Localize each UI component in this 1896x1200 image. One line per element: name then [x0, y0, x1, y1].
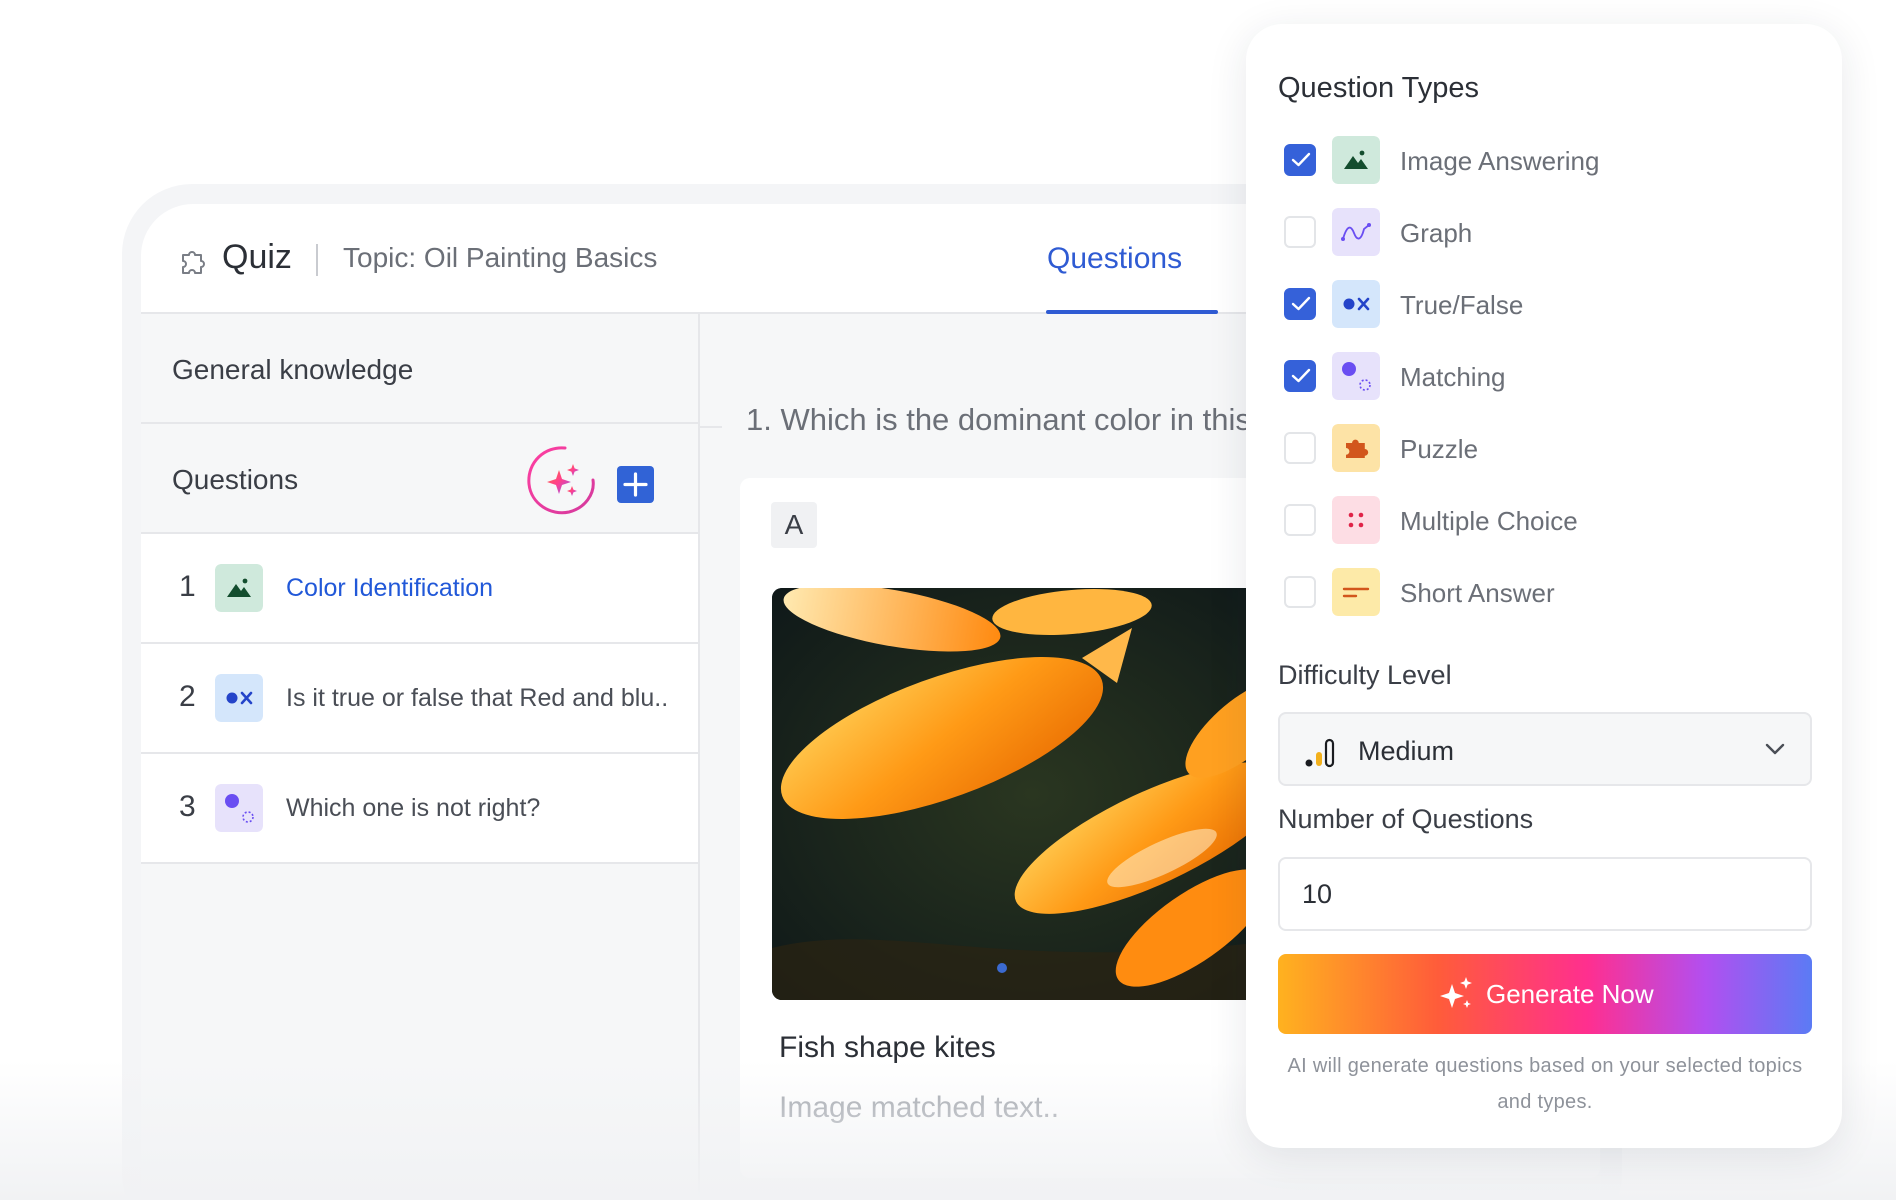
puzzle-icon — [1332, 424, 1380, 472]
question-list-item[interactable]: 2 Is it true or false that Red and blu.. — [141, 644, 698, 754]
answer-letter-badge: A — [771, 502, 817, 548]
sidebar-section-general[interactable]: General knowledge — [141, 314, 698, 424]
matching-icon — [215, 784, 263, 832]
answer-title: Fish shape kites — [779, 1031, 996, 1064]
check-icon — [1291, 152, 1311, 167]
matching-icon — [1332, 352, 1380, 400]
multiple-choice-icon — [1332, 496, 1380, 544]
checkbox[interactable] — [1284, 576, 1316, 608]
type-option-image-answering[interactable]: Image Answering — [1284, 136, 1804, 186]
image-answering-icon — [1332, 136, 1380, 184]
sidebar-questions-header: Questions — [141, 424, 698, 534]
header-divider — [316, 244, 318, 276]
question-sidebar: General knowledge Questions 1 Color Iden… — [141, 314, 700, 1200]
type-option-true-false[interactable]: True/False — [1284, 280, 1804, 330]
add-question-button[interactable] — [617, 466, 654, 503]
type-option-puzzle[interactable]: Puzzle — [1284, 424, 1804, 474]
type-label: Puzzle — [1400, 434, 1479, 464]
question-number: 2 — [179, 680, 196, 713]
generator-panel: Question Types Image Answering Graph Tru… — [1246, 24, 1842, 1148]
answer-subtitle: Image matched text.. — [779, 1091, 1060, 1124]
type-label: Short Answer — [1400, 578, 1555, 608]
difficulty-value: Medium — [1358, 736, 1455, 766]
question-list-item[interactable]: 3 Which one is not right? — [141, 754, 698, 864]
plus-icon — [623, 472, 648, 497]
type-label: Matching — [1400, 362, 1506, 392]
question-title: Is it true or false that Red and blu.. — [286, 684, 669, 712]
tab-questions[interactable]: Questions — [1047, 242, 1182, 276]
question-count-input[interactable] — [1278, 857, 1812, 931]
check-icon — [1291, 296, 1311, 311]
answer-image[interactable] — [772, 588, 1292, 1000]
checkbox[interactable] — [1284, 144, 1316, 176]
type-option-graph[interactable]: Graph — [1284, 208, 1804, 258]
panel-title: Question Types — [1278, 72, 1479, 104]
type-label: True/False — [1400, 290, 1524, 320]
generate-now-button[interactable]: Generate Now — [1278, 954, 1812, 1034]
section-label: General knowledge — [172, 354, 414, 385]
short-answer-icon — [1332, 568, 1380, 616]
checkbox[interactable] — [1284, 288, 1316, 320]
type-label: Graph — [1400, 218, 1473, 248]
graph-icon — [1332, 208, 1380, 256]
type-option-matching[interactable]: Matching — [1284, 352, 1804, 402]
generate-label: Generate Now — [1486, 979, 1654, 1009]
question-title: Color Identification — [286, 574, 494, 602]
questions-label: Questions — [172, 464, 299, 495]
difficulty-label: Difficulty Level — [1278, 660, 1452, 690]
ai-sparkle-button[interactable] — [521, 442, 601, 522]
quiz-topic: Topic: Oil Painting Basics — [343, 242, 658, 273]
check-icon — [1291, 368, 1311, 383]
question-number: 3 — [179, 790, 196, 823]
question-list-item[interactable]: 1 Color Identification — [141, 534, 698, 644]
checkbox[interactable] — [1284, 432, 1316, 464]
count-label: Number of Questions — [1278, 804, 1534, 834]
image-answering-icon — [215, 564, 263, 612]
koi-fish-image — [772, 588, 1292, 1000]
type-label: Image Answering — [1400, 146, 1600, 176]
checkbox[interactable] — [1284, 504, 1316, 536]
true-false-icon — [215, 674, 263, 722]
type-label: Multiple Choice — [1400, 506, 1578, 536]
type-option-multiple-choice[interactable]: Multiple Choice — [1284, 496, 1804, 546]
checkbox[interactable] — [1284, 216, 1316, 248]
type-option-short-answer[interactable]: Short Answer — [1284, 568, 1804, 618]
divider — [700, 426, 722, 428]
quiz-title: Quiz — [222, 238, 292, 276]
checkbox[interactable] — [1284, 360, 1316, 392]
chevron-down-icon — [1765, 743, 1785, 755]
sparkle-icon — [1440, 977, 1472, 1008]
signal-strength-icon — [1305, 738, 1335, 768]
question-text: 1. Which is the dominant color in this — [746, 402, 1251, 437]
difficulty-select[interactable]: Medium — [1278, 712, 1812, 786]
puzzle-outline-icon — [182, 251, 205, 274]
question-number: 1 — [179, 570, 196, 603]
question-title: Which one is not right? — [286, 794, 541, 822]
generate-hint: AI will generate questions based on your… — [1287, 1055, 1803, 1113]
true-false-icon — [1332, 280, 1380, 328]
